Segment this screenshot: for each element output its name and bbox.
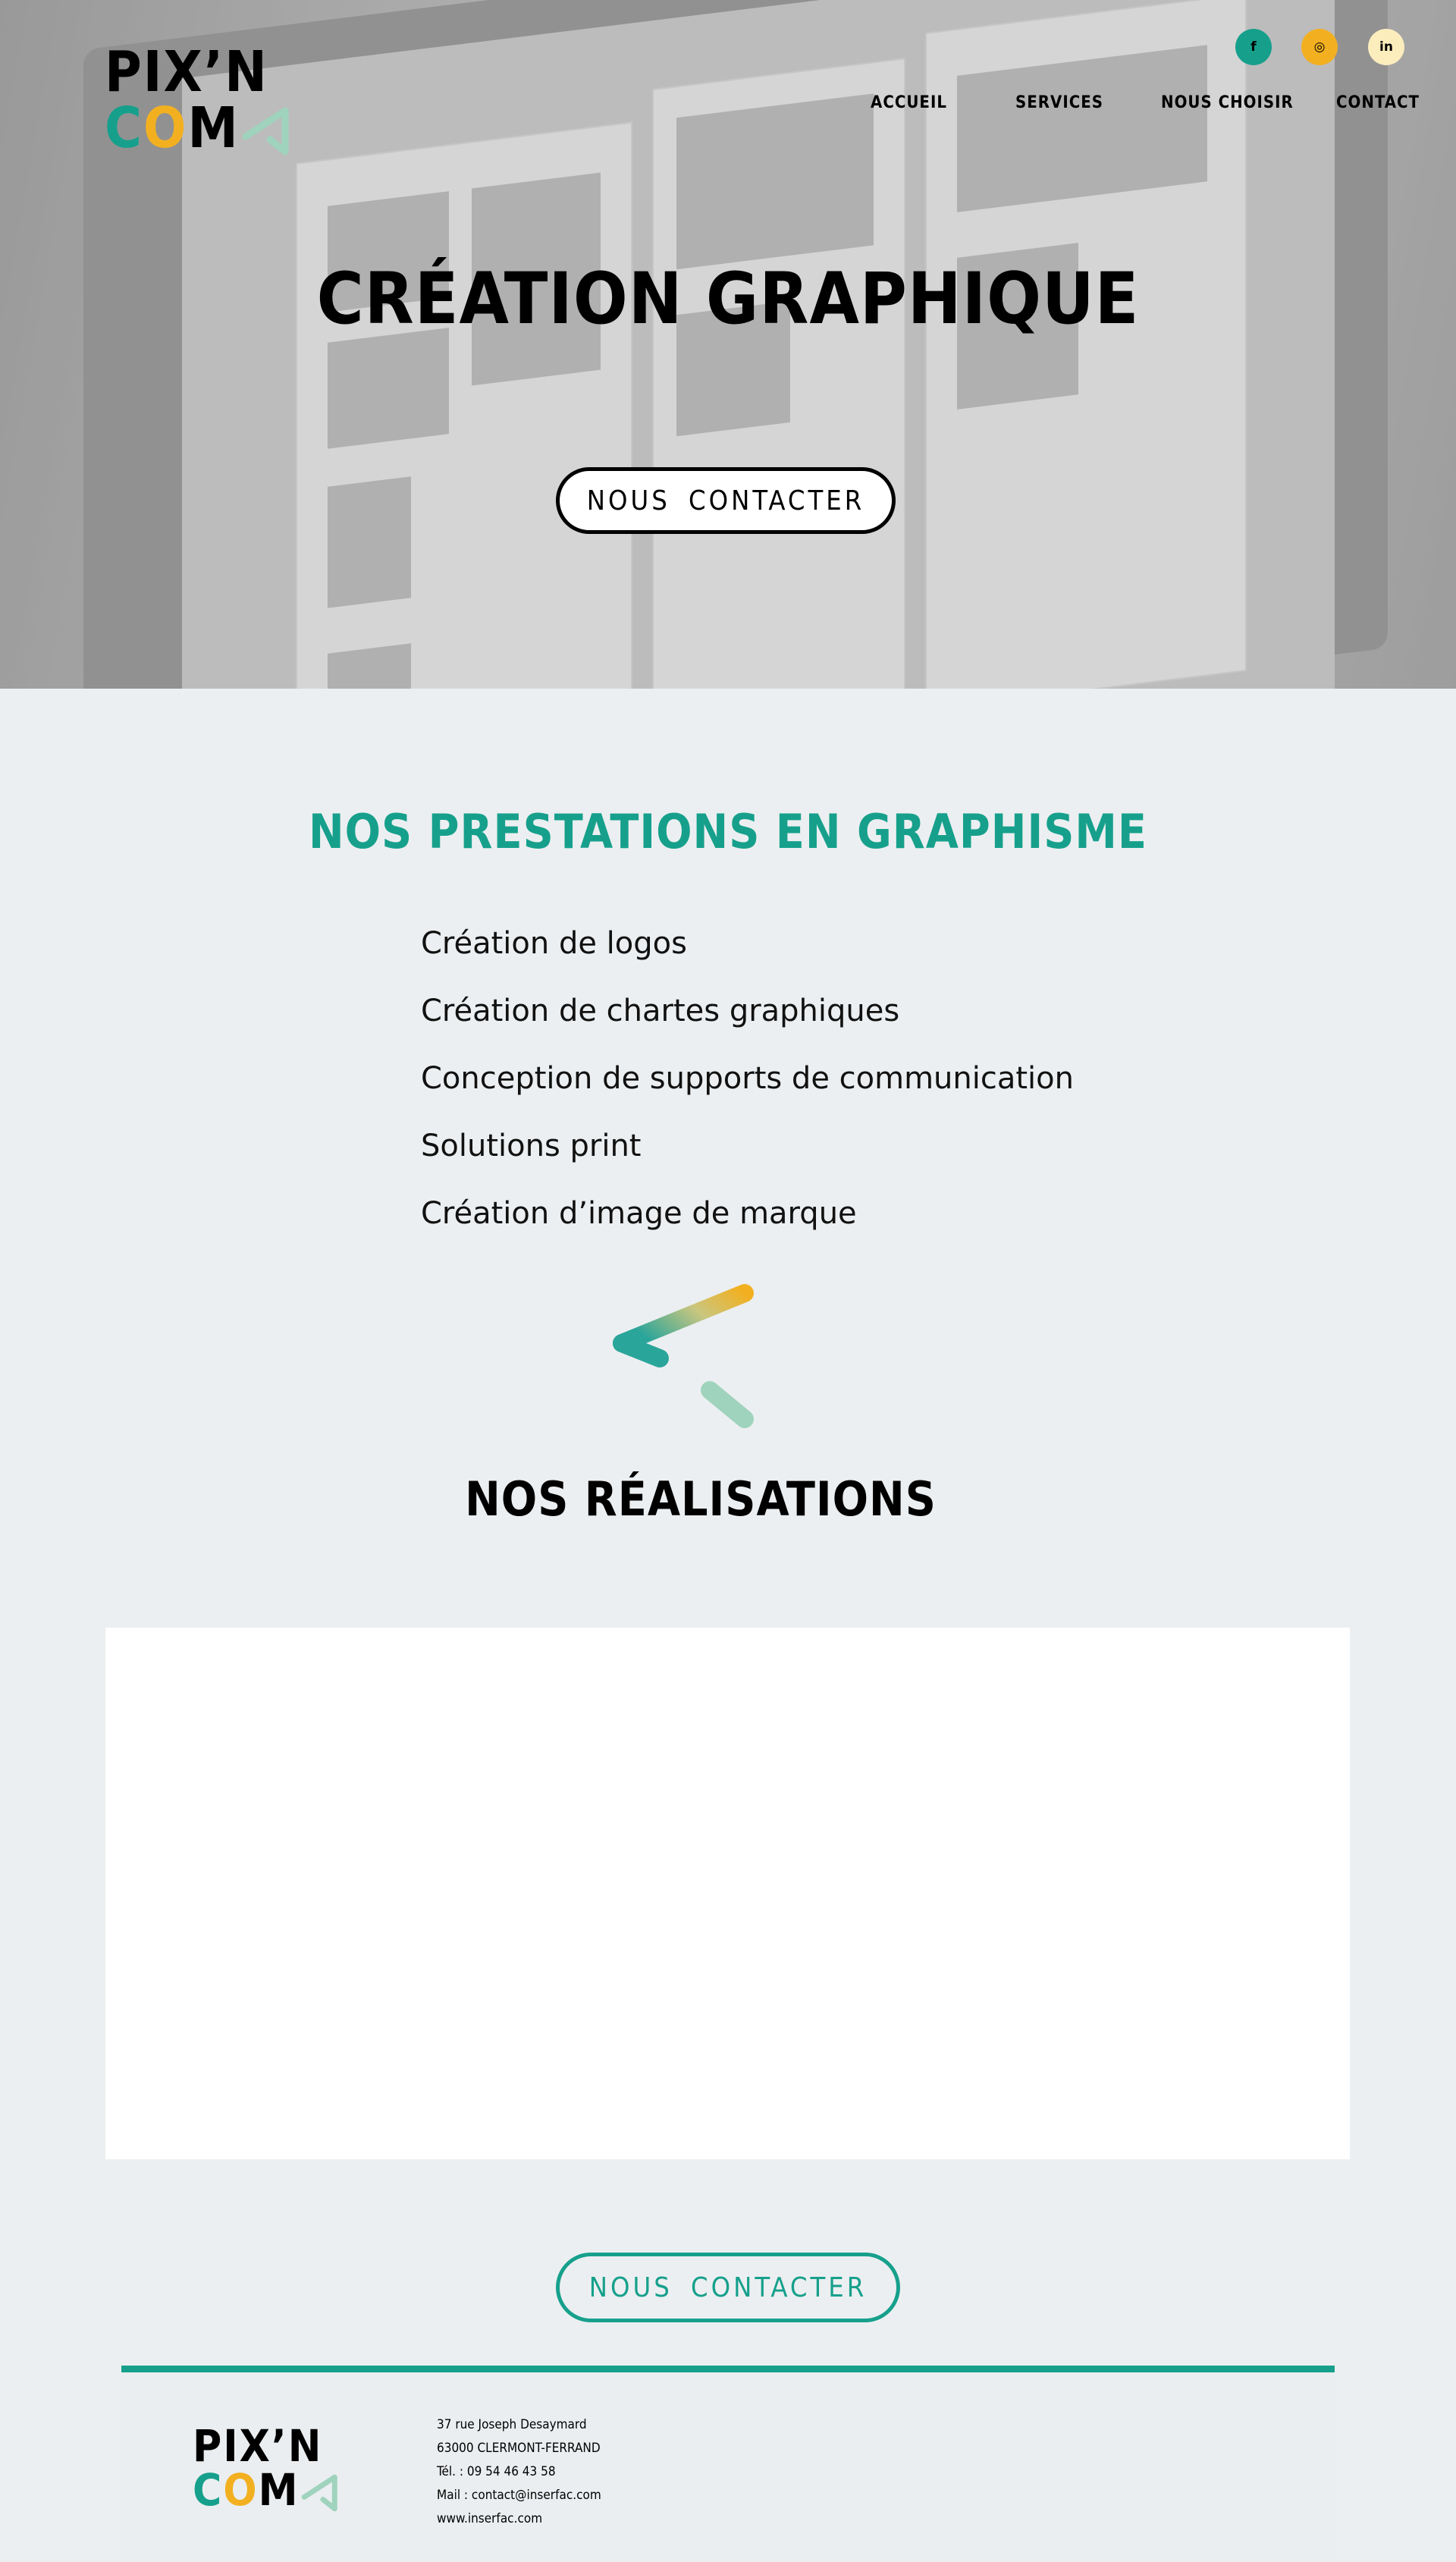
logo-letter-c: C: [105, 96, 143, 161]
logo-letter-m: M: [187, 96, 240, 161]
service-item: Création de chartes graphiques: [421, 994, 900, 1028]
footer-logo[interactable]: PIX’N COM: [193, 2424, 340, 2513]
logo-arrow-icon: [242, 107, 289, 155]
phone-number: Tél. : 09 54 46 43 58: [437, 2464, 556, 2479]
services-title: NOS PRESTATIONS EN GRAPHISME: [308, 804, 1148, 859]
footer-logo-letter-o: O: [223, 2464, 259, 2516]
hero-title: CRÉATION GRAPHIQUE: [316, 258, 1140, 341]
email-address[interactable]: Mail : contact@inserfac.com: [437, 2484, 601, 2507]
nav-contact[interactable]: CONTACT: [1336, 93, 1420, 112]
footer-logo-letter-c: C: [193, 2464, 224, 2516]
service-item: Solutions print: [421, 1129, 642, 1163]
hero-contact-button[interactable]: NOUS CONTACTER: [556, 467, 896, 534]
logo-text-top: PIX’N: [105, 39, 268, 105]
facebook-icon[interactable]: f: [1235, 29, 1272, 65]
logo-letter-o: O: [143, 96, 188, 161]
footer-address: 37 rue Joseph Desaymard 63000 CLERMONT-F…: [437, 2413, 601, 2531]
footer-logo-arrow-icon: [301, 2474, 337, 2512]
address-street: 37 rue Joseph Desaymard: [437, 2417, 587, 2432]
services-list: Création de logos Création de chartes gr…: [421, 925, 1074, 1263]
nav-accueil[interactable]: ACCUEIL: [871, 93, 947, 112]
nav-nous-choisir[interactable]: NOUS CHOISIR: [1161, 93, 1294, 112]
realisations-gallery: [105, 1628, 1350, 2159]
service-item: Création d’image de marque: [421, 1196, 857, 1231]
address-city: 63000 CLERMONT-FERRAND: [437, 2441, 601, 2456]
gradient-arrow-icon: [613, 1284, 754, 1428]
website-link[interactable]: www.inserfac.com: [437, 2507, 601, 2531]
instagram-icon[interactable]: ◎: [1301, 29, 1338, 65]
nav-services[interactable]: SERVICES: [1015, 93, 1103, 112]
bottom-contact-button[interactable]: NOUS CONTACTER: [556, 2253, 900, 2322]
brand-logo[interactable]: PIX’N COM: [105, 44, 293, 156]
linkedin-icon[interactable]: in: [1368, 29, 1404, 65]
service-item: Création de logos: [421, 926, 687, 961]
footer-logo-letter-m: M: [258, 2464, 300, 2516]
realisations-title: NOS RÉALISATIONS: [465, 1471, 937, 1527]
footer-logo-text-top: PIX’N: [193, 2420, 323, 2472]
service-item: Conception de supports de communication: [421, 1061, 1074, 1096]
